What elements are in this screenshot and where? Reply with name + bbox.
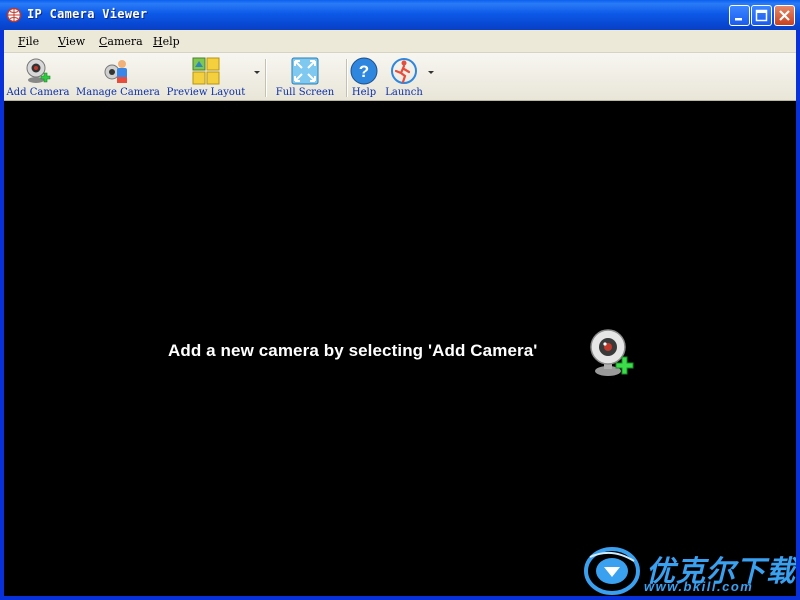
help-button[interactable]: ? Help — [350, 55, 378, 99]
title-bar[interactable]: IP Camera Viewer — [0, 0, 800, 30]
menu-camera[interactable]: Camera — [99, 35, 143, 48]
svg-text:?: ? — [359, 62, 369, 81]
launch-button[interactable]: Launch — [384, 55, 424, 99]
app-window: IP Camera Viewer File View Camera Help A… — [0, 0, 800, 600]
menu-file[interactable]: File — [18, 35, 39, 48]
menu-view[interactable]: View — [58, 35, 85, 48]
full-screen-label: Full Screen — [275, 87, 335, 98]
add-camera-button[interactable]: Add Camera — [6, 55, 70, 99]
fullscreen-icon — [291, 57, 319, 85]
menu-file-label: ile — [25, 35, 40, 48]
manage-camera-button[interactable]: Manage Camera — [76, 55, 160, 99]
webcam-add-icon — [590, 329, 634, 376]
minimize-icon — [735, 18, 742, 21]
preview-layout-button[interactable]: Preview Layout — [162, 55, 250, 99]
window-frame-left — [0, 30, 4, 600]
manage-camera-label: Manage Camera — [76, 87, 160, 98]
launch-label: Launch — [385, 87, 423, 98]
menu-help[interactable]: Help — [153, 35, 180, 48]
menu-help-mnemonic: H — [153, 35, 163, 48]
toolbar: Add Camera Manage Camera Preview Layout — [4, 53, 796, 101]
close-icon — [779, 10, 790, 21]
launch-icon — [391, 58, 417, 84]
webcam-add-icon — [26, 58, 51, 83]
preview-layout-dropdown-icon[interactable] — [254, 71, 260, 74]
help-icon: ? — [350, 57, 378, 85]
launch-dropdown-icon[interactable] — [428, 71, 434, 74]
full-screen-button[interactable]: Full Screen — [271, 55, 339, 99]
maximize-icon — [755, 9, 768, 22]
watermark: 优克尔下载 www.bkill.com — [582, 545, 796, 597]
minimize-button[interactable] — [729, 5, 750, 26]
add-camera-label: Add Camera — [6, 87, 70, 98]
menu-view-label: iew — [65, 35, 86, 48]
toolbar-separator — [346, 59, 348, 97]
watermark-url: www.bkill.com — [644, 579, 754, 594]
toolbar-separator — [265, 59, 267, 97]
close-button[interactable] — [774, 5, 795, 26]
maximize-button[interactable] — [751, 5, 772, 26]
help-label: Help — [351, 87, 377, 98]
camera-preview-area[interactable]: Add a new camera by selecting 'Add Camer… — [4, 101, 796, 596]
empty-state-message: Add a new camera by selecting 'Add Camer… — [168, 341, 538, 360]
window-frame-bottom — [0, 596, 800, 600]
preview-layout-label: Preview Layout — [166, 87, 246, 98]
watermark-logo-icon — [584, 547, 640, 595]
menu-camera-label: amera — [107, 35, 143, 48]
menu-view-mnemonic: V — [58, 35, 66, 48]
window-title: IP Camera Viewer — [27, 7, 148, 21]
window-frame-right — [796, 30, 800, 600]
menu-help-label: elp — [162, 35, 180, 48]
app-globe-icon — [6, 7, 22, 23]
preview-layout-icon — [192, 57, 220, 85]
menu-bar: File View Camera Help — [4, 30, 796, 53]
manage-camera-icon — [104, 60, 127, 83]
menu-file-mnemonic: F — [18, 35, 26, 48]
